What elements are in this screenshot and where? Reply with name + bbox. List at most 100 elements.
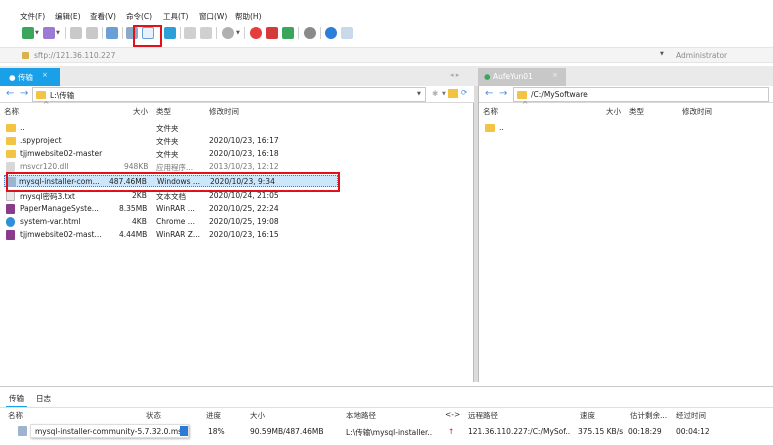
tab-scroll-icon[interactable]: ◂ ▸ [450,71,459,79]
file-modified: 2020/10/25, 22:24 [209,204,279,213]
sort-arrow-icon: ^ [43,100,50,109]
column-status[interactable]: 状态 [146,410,161,421]
column-type[interactable]: 类型 [156,106,171,117]
menu-help[interactable]: 帮助(H) [235,11,262,22]
file-size: 8.35MB [119,204,148,213]
toolbar-divider [298,27,299,39]
menu-edit[interactable]: 编辑(E) [55,11,81,22]
go-icon[interactable]: ✱ [432,89,438,98]
open-folder-icon[interactable] [43,27,55,39]
sync-icon[interactable] [106,27,118,39]
column-modified[interactable]: 修改时间 [682,106,712,117]
column-local-path[interactable]: 本地路径 [346,410,376,421]
menu-bar: 文件(F) 编辑(E) 查看(V) 命令(C) 工具(T) 窗口(W) 帮助(H… [0,0,773,22]
chevron-down-icon[interactable]: ▼ [236,30,240,36]
file-type: Chrome ... [156,217,195,226]
file-modified: 2020/10/23, 16:15 [209,230,279,239]
menu-window[interactable]: 窗口(W) [199,11,227,22]
list-item[interactable]: tjjmwebsite02-master 文件夹 2020/10/23, 16:… [4,148,338,160]
folder-up-icon[interactable] [448,89,458,98]
remote-path-input[interactable]: /C:/MySoftware [513,87,769,102]
file-name: .. [20,123,25,132]
column-name[interactable]: 名称 [483,106,498,117]
column-speed[interactable]: 速度 [580,410,595,421]
gear-icon[interactable] [304,27,316,39]
tab-transfers[interactable]: 传输 [6,391,27,408]
menu-command[interactable]: 命令(C) [126,11,152,22]
column-size[interactable]: 大小 [250,410,265,421]
column-remote-path[interactable]: 远程路径 [468,410,498,421]
list-item[interactable]: system-var.html 4KB Chrome ... 2020/10/2… [4,216,338,228]
tab-log[interactable]: 日志 [33,391,54,406]
copy-icon[interactable] [70,27,82,39]
folder-icon [6,137,16,145]
local-path-text: L:\传输 [50,91,75,100]
time-elapsed: 00:04:12 [676,427,710,436]
toolbar-divider [102,27,103,39]
close-icon[interactable]: × [42,71,48,79]
bookmark-icon[interactable] [266,27,278,39]
address-bar: sftp://121.36.110.227 ▼ Administrator [0,47,773,63]
screen-icon[interactable] [282,27,294,39]
column-progress[interactable]: 进度 [206,410,221,421]
menu-view[interactable]: 查看(V) [90,11,116,22]
transfer-panel: 传输 日志 名称 状态 进度 大小 本地路径 <-> 远程路径 速度 估计剩余.… [0,386,773,445]
file-name: .spyproject [20,136,62,145]
column-elapsed[interactable]: 经过时间 [676,410,706,421]
upload-arrow-icon: ↑ [448,427,455,436]
file-modified: 2020/10/23, 16:17 [209,136,279,145]
file-name: PaperManageSyste... [20,204,99,213]
column-size[interactable]: 大小 [133,106,148,117]
properties-icon[interactable] [184,27,196,39]
list-item[interactable]: .. 文件夹 [4,122,338,134]
tab-transfer[interactable]: ● 传输 [0,68,60,86]
forward-arrow-icon[interactable]: → [499,88,507,99]
chat-icon[interactable] [341,27,353,39]
back-arrow-icon[interactable]: ← [485,88,493,99]
help-icon[interactable] [325,27,337,39]
close-icon[interactable]: × [552,71,558,79]
forward-arrow-icon[interactable]: → [20,88,28,99]
file-name: system-var.html [20,217,81,226]
list-item[interactable]: tjjmwebsite02-mast... 4.44MB WinRAR Z...… [4,229,338,241]
refresh-icon[interactable]: ⟳ [461,88,467,97]
chevron-down-icon[interactable]: ▼ [442,91,446,97]
column-size[interactable]: 大小 [606,106,621,117]
column-type[interactable]: 类型 [629,106,644,117]
chevron-down-icon[interactable]: ▼ [660,51,664,57]
file-modified: 2020/10/23, 16:18 [209,149,279,158]
list-item[interactable]: PaperManageSyste... 8.35MB WinRAR ... 20… [4,203,338,215]
xshell-icon[interactable] [250,27,262,39]
local-path-input[interactable]: L:\传输 ▼ [32,87,426,102]
column-remaining[interactable]: 估计剩余... [630,410,667,421]
list-item[interactable]: .. [483,122,763,134]
highlight-box-file [6,172,340,192]
list-item[interactable]: .spyproject 文件夹 2020/10/23, 16:17 [4,135,338,147]
disconnect-icon[interactable] [222,27,234,39]
chevron-down-icon[interactable]: ▼ [35,30,39,36]
address-input[interactable]: sftp://121.36.110.227 [34,51,115,60]
chevron-down-icon[interactable]: ▼ [417,91,421,97]
remote-pane: ← → /C:/MySoftware 名称 ^ 大小 类型 修改时间 .. [478,86,773,382]
file-modified: 2020/10/24, 21:05 [209,191,279,200]
column-name[interactable]: 名称 [4,106,19,117]
folder-icon [36,91,46,99]
transfer-icon[interactable] [164,27,176,39]
folder-icon [517,91,527,99]
menu-tools[interactable]: 工具(T) [163,11,188,22]
back-arrow-icon[interactable]: ← [6,88,14,99]
transfer-speed: 375.15 KB/s [578,427,624,436]
folder-icon [485,124,495,132]
column-name[interactable]: 名称 [8,410,23,421]
delete-icon[interactable] [200,27,212,39]
column-modified[interactable]: 修改时间 [209,106,239,117]
toolbar-divider [122,27,123,39]
new-session-icon[interactable] [22,27,34,39]
column-direction: <-> [445,410,461,419]
paste-icon[interactable] [86,27,98,39]
file-type: WinRAR ... [156,204,195,213]
tab-label: AufeYun01 [492,72,533,81]
menu-file[interactable]: 文件(F) [20,11,45,22]
chevron-down-icon[interactable]: ▼ [56,30,60,36]
local-pane: ← → L:\传输 ▼ ✱ ▼ ⟳ 名称 ^ 大小 类型 修改时间 .. 文件夹… [0,86,474,382]
